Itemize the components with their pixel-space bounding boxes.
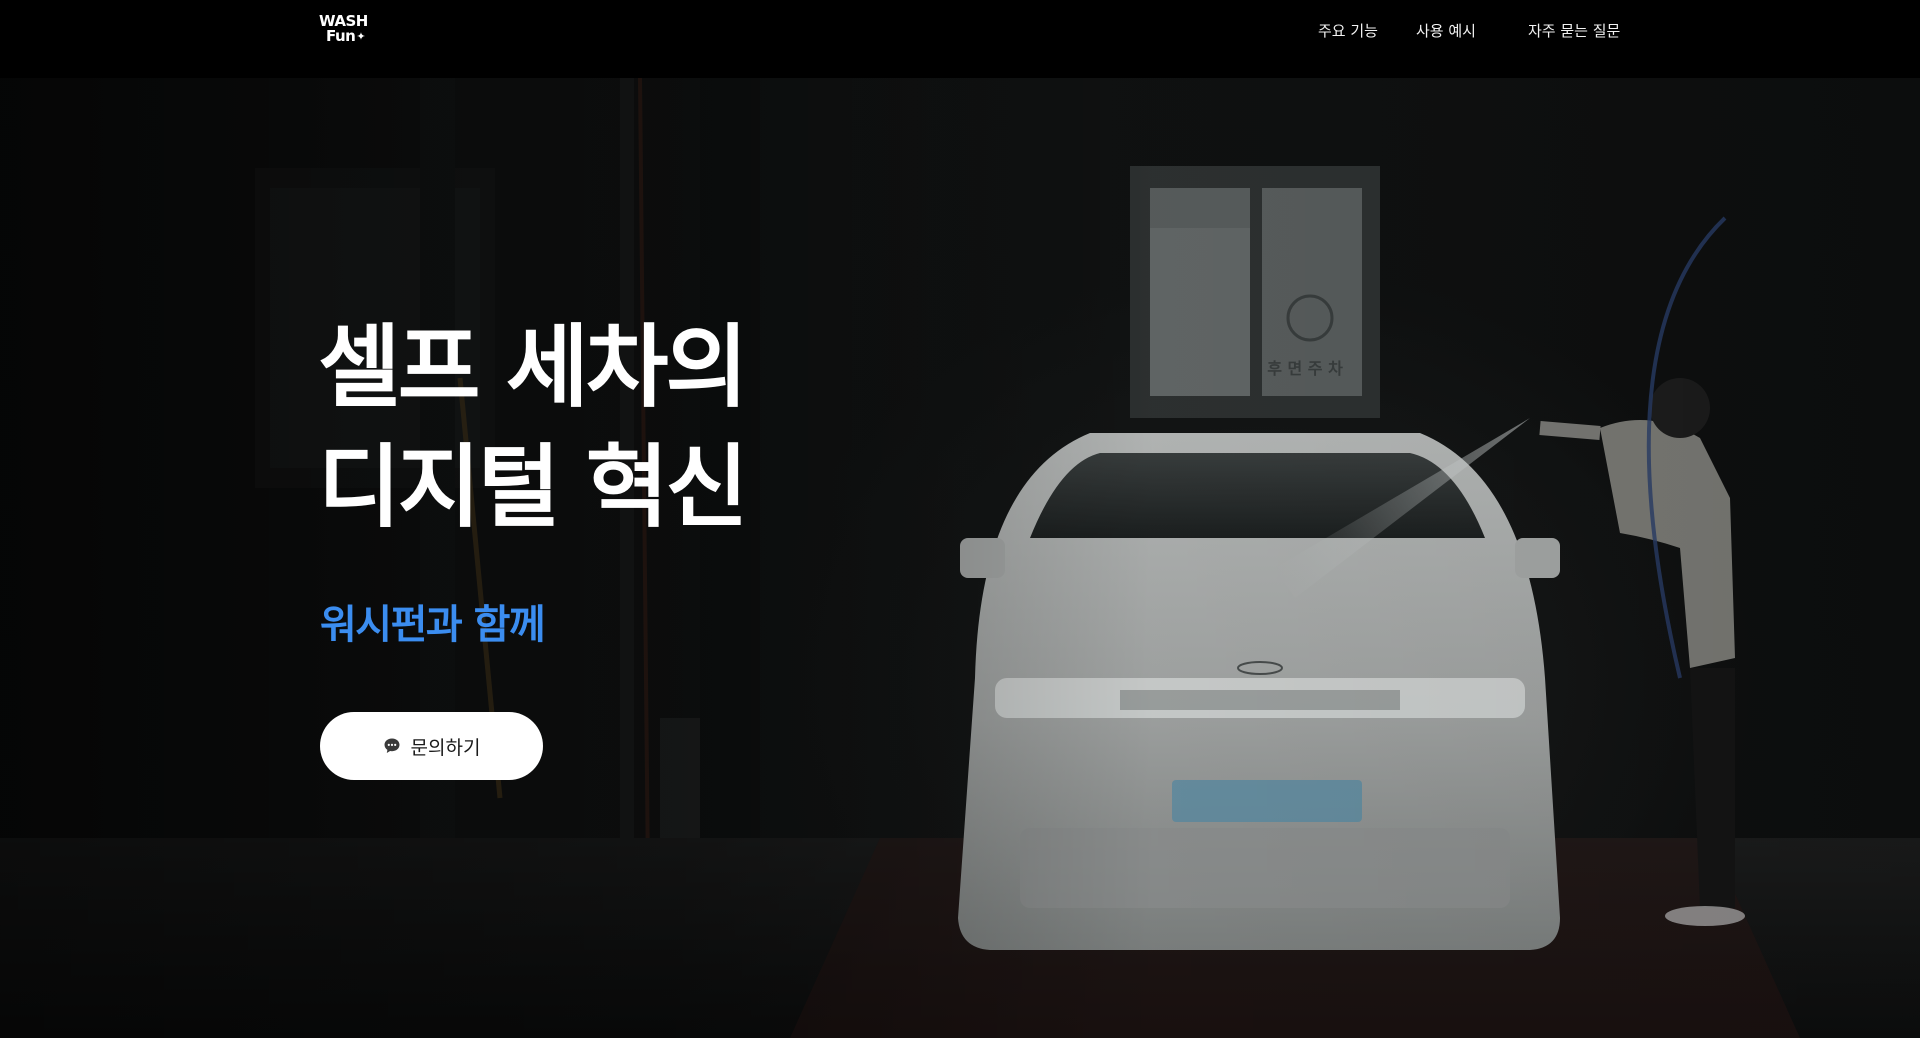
hero-title-line2: 디지털 혁신	[318, 435, 748, 540]
hero-subtitle: 워시펀과 함께	[320, 602, 546, 648]
car-wash-illustration: 후 면 주 차	[0, 78, 1920, 1038]
sparkle-icon: ✦	[356, 30, 366, 43]
hero-title: 셀프 세차의 디지털 혁신	[318, 308, 748, 548]
nav-item-examples[interactable]: 사용 예시	[1416, 20, 1476, 41]
site-header: WASH Fun✦ 주요 기능 사용 예시 자주 묻는 질문	[0, 0, 1920, 78]
chat-bubble-icon	[384, 738, 400, 753]
nav-item-faq[interactable]: 자주 묻는 질문	[1528, 20, 1620, 41]
washfun-logo[interactable]: WASH Fun✦	[319, 14, 375, 48]
contact-button-label: 문의하기	[410, 736, 481, 759]
window-sign-text: 후 면 주 차	[1267, 359, 1343, 378]
logo-line2: Fun	[326, 27, 356, 45]
nav-item-features[interactable]: 주요 기능	[1318, 20, 1378, 41]
hero-background-photo: 후 면 주 차	[0, 78, 1920, 1038]
contact-button[interactable]: 문의하기	[320, 712, 543, 780]
landing-page: 후 면 주 차 WASH Fun✦ 주요 기능 사용 예시 자주 묻는 질문 셀…	[0, 0, 1920, 1038]
hero-title-line1: 셀프 세차의	[318, 315, 748, 420]
